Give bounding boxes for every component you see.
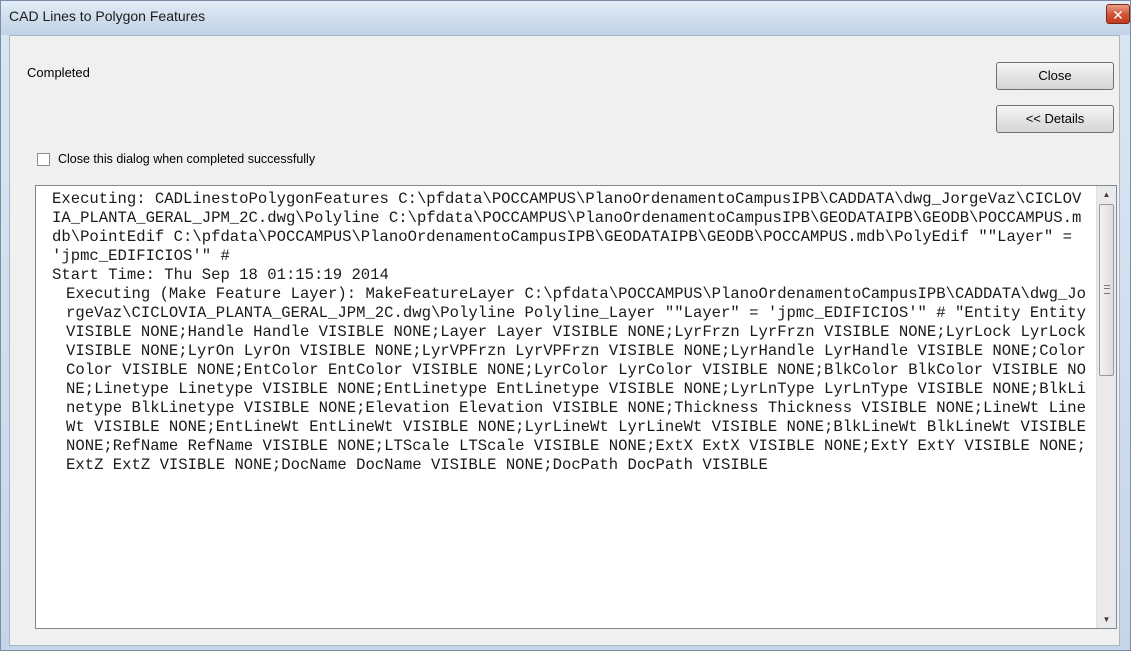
title-bar[interactable]: CAD Lines to Polygon Features ✕ — [1, 1, 1130, 35]
window-title: CAD Lines to Polygon Features — [9, 8, 206, 24]
scroll-down-icon[interactable]: ▼ — [1097, 611, 1116, 628]
vertical-scrollbar[interactable]: ▲ ▼ — [1096, 186, 1116, 628]
window-close-icon[interactable]: ✕ — [1106, 4, 1130, 24]
grip-icon — [1104, 285, 1110, 294]
status-text: Completed — [27, 65, 90, 80]
log-line: Executing: CADLinestoPolygonFeatures C:\… — [52, 190, 1082, 265]
close-when-done-checkbox[interactable] — [37, 152, 50, 166]
details-button[interactable]: << Details — [996, 105, 1114, 133]
scroll-thumb[interactable] — [1099, 204, 1114, 376]
close-when-done-option[interactable]: Close this dialog when completed success… — [37, 151, 315, 167]
close-button[interactable]: Close — [996, 62, 1114, 90]
dialog-window: CAD Lines to Polygon Features ✕ Complete… — [0, 0, 1131, 651]
message-log-text: Executing: CADLinestoPolygonFeatures C:\… — [36, 186, 1096, 628]
log-line: Start Time: Thu Sep 18 01:15:19 2014 — [52, 266, 389, 284]
close-when-done-label: Close this dialog when completed success… — [58, 152, 316, 166]
log-line: Executing (Make Feature Layer): MakeFeat… — [66, 285, 1096, 474]
message-log[interactable]: Executing: CADLinestoPolygonFeatures C:\… — [35, 185, 1117, 629]
scroll-up-icon[interactable]: ▲ — [1097, 186, 1116, 203]
